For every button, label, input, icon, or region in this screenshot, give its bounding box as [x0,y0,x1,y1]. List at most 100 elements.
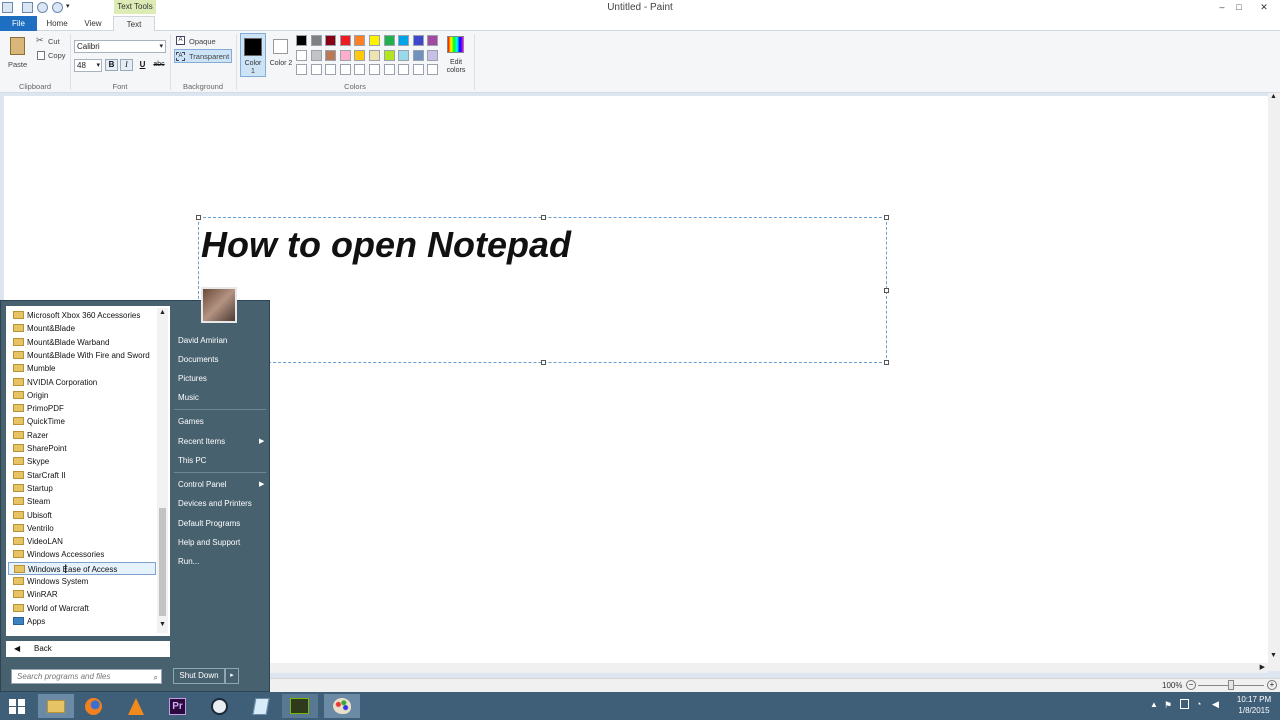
program-item[interactable]: Razer [8,429,156,442]
avatar[interactable] [201,287,237,323]
tray-overflow-icon[interactable]: ▲ [1150,700,1158,709]
program-item[interactable]: World of Warcraft [8,602,156,615]
italic-button[interactable]: I [120,59,133,71]
palette-swatch[interactable] [296,35,307,46]
font-size-select[interactable]: 48 ▾ [74,59,102,72]
paste-button[interactable]: Paste [6,35,30,71]
scroll-up-icon[interactable]: ▲ [159,309,166,316]
start-item-help-support[interactable]: Help and Support [178,538,240,547]
tab-view[interactable]: View [76,16,110,31]
close-button[interactable]: ✕ [1256,1,1272,13]
program-item[interactable]: Mount&Blade Warband [8,336,156,349]
programs-scrollbar[interactable]: ▲ ▼ [157,308,168,633]
palette-swatch[interactable] [383,35,395,46]
palette-swatch[interactable] [310,35,322,46]
scroll-right-icon[interactable]: ▶ [1260,663,1265,671]
resize-handle[interactable] [541,215,546,220]
paint-taskbar-button[interactable] [324,694,360,718]
palette-swatch[interactable] [398,49,410,61]
palette-swatch[interactable] [325,49,337,61]
program-item[interactable]: Apps [8,615,156,628]
palette-swatch[interactable] [354,49,366,61]
strikethrough-button[interactable]: abc [151,59,167,71]
palette-swatch[interactable] [412,64,424,76]
resize-handle[interactable] [196,215,201,220]
shutdown-button[interactable]: Shut Down [173,668,225,684]
scroll-up-icon[interactable]: ▲ [1270,93,1277,100]
start-item-user[interactable]: David Amirian [178,336,227,345]
clock[interactable]: 10:17 PM 1/8/2015 [1230,694,1278,716]
start-item-devices-printers[interactable]: Devices and Printers [178,499,252,508]
start-item-control-panel[interactable]: Control Panel [178,480,226,489]
palette-swatch[interactable] [339,49,351,61]
maximize-button[interactable]: □ [1231,1,1247,13]
transparent-button[interactable]: A Transparent [174,49,232,63]
color1-button[interactable]: Color 1 [240,33,266,77]
program-item[interactable]: QuickTime [8,415,156,428]
zoom-in-icon[interactable]: + [1267,680,1277,690]
program-item[interactable]: PrimoPDF [8,402,156,415]
cut-button[interactable]: ✂ Cut [36,35,66,47]
network-icon[interactable]: ⚑ [1164,700,1172,711]
program-item[interactable]: Startup [8,482,156,495]
copy-button[interactable]: Copy [36,50,68,61]
start-item-default-programs[interactable]: Default Programs [178,519,240,528]
program-item[interactable]: NVIDIA Corporation [8,376,156,389]
resize-handle[interactable] [884,360,889,365]
palette-swatch[interactable] [354,35,366,46]
palette-swatch[interactable] [310,49,322,61]
program-item[interactable]: SharePoint [8,442,156,455]
program-item[interactable]: Microsoft Xbox 360 Accessories [8,309,156,322]
program-item[interactable]: Mount&Blade With Fire and Sword [8,349,156,362]
palette-swatch[interactable] [339,35,351,46]
palette-swatch[interactable] [296,64,307,76]
palette-swatch[interactable] [427,35,439,46]
program-item[interactable]: Windows Ease of Access [8,561,156,575]
palette-swatch[interactable] [412,35,424,46]
notepad-taskbar-button[interactable] [244,694,280,718]
palette-swatch[interactable] [369,64,380,76]
scroll-down-icon[interactable]: ▼ [1270,652,1277,659]
minimize-button[interactable]: – [1214,1,1230,13]
program-item[interactable]: Ventrilo [8,522,156,535]
wifi-icon[interactable]: ◔ [1196,699,1201,709]
palette-swatch[interactable] [383,64,395,76]
program-item[interactable]: Skype [8,455,156,468]
palette-swatch[interactable] [369,49,380,61]
vertical-scrollbar[interactable]: ▲ ▼ [1268,93,1280,671]
program-item[interactable]: Mount&Blade [8,322,156,335]
nvidia-taskbar-button[interactable] [282,694,318,718]
zoom-slider-thumb[interactable] [1228,680,1234,690]
programs-scrollbar-thumb[interactable] [159,508,166,616]
back-button[interactable]: ◀ Back [6,641,170,657]
palette-swatch[interactable] [339,64,351,76]
program-item[interactable]: StarCraft II [8,469,156,482]
palette-swatch[interactable] [296,49,307,61]
search-icon[interactable]: ⌕ [154,671,158,684]
program-item[interactable]: Mumble [8,362,156,375]
zoom-out-icon[interactable]: − [1186,680,1196,690]
program-item[interactable]: Windows Accessories [8,548,156,561]
palette-swatch[interactable] [325,35,337,46]
vlc-taskbar-button[interactable] [118,694,154,718]
tab-file[interactable]: File [0,16,37,31]
color2-button[interactable]: Color 2 [268,33,294,77]
resize-handle[interactable] [884,215,889,220]
program-item[interactable]: VideoLAN [8,535,156,548]
palette-swatch[interactable] [310,64,322,76]
resize-handle[interactable] [884,288,889,293]
file-explorer-taskbar-button[interactable] [38,694,74,718]
palette-swatch[interactable] [398,35,410,46]
shutdown-options-button[interactable]: ▸ [225,668,239,684]
volume-icon[interactable]: ◀ [1212,699,1219,710]
canvas-text[interactable]: How to open Notepad [201,224,571,266]
start-item-run[interactable]: Run... [178,557,199,566]
text-box[interactable]: How to open Notepad [196,215,889,365]
palette-swatch[interactable] [383,49,395,61]
palette-swatch[interactable] [427,64,439,76]
premiere-taskbar-button[interactable]: Pr [160,694,196,718]
palette-swatch[interactable] [369,35,380,46]
search-programs-input[interactable]: Search programs and files ⌕ [11,669,162,684]
program-item[interactable]: Steam [8,495,156,508]
start-item-recent-items[interactable]: Recent Items [178,437,225,446]
